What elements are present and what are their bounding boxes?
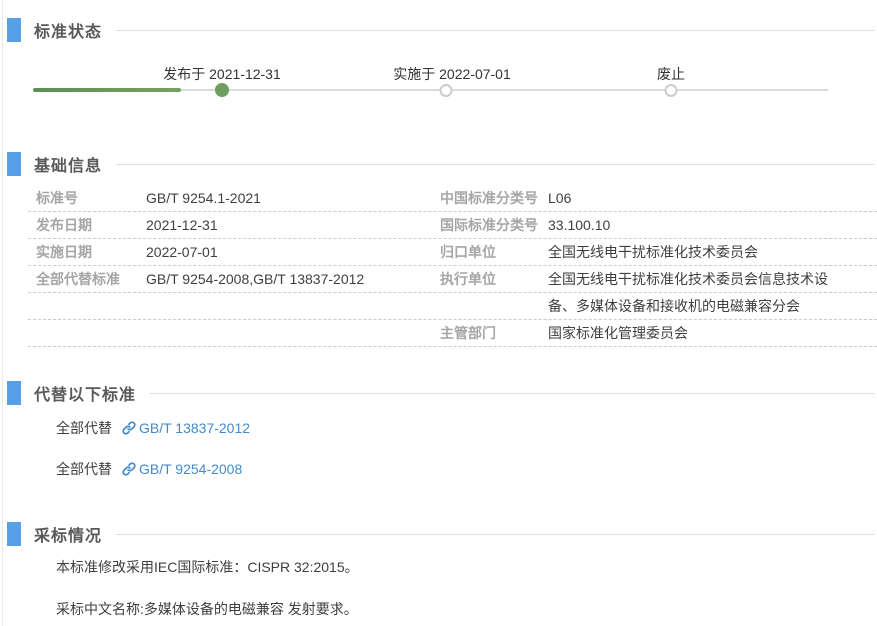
competent-dept-link[interactable]: 国家标准化管理委员会 [548, 320, 688, 347]
section-divider [116, 30, 874, 31]
table-row: 国际标准分类号 33.100.10 [440, 212, 877, 239]
section-title-basic: 基础信息 [34, 152, 102, 176]
replace-type-label: 全部代替 [56, 459, 112, 479]
section-title-replaces: 代替以下标准 [34, 381, 136, 405]
replaced-standard-link[interactable]: GB/T 9254-2008 [139, 461, 242, 477]
timeline-dot-published [215, 83, 229, 97]
field-value-standard-no: GB/T 9254.1-2021 [146, 185, 261, 211]
field-value-replaced-standards: GB/T 9254-2008,GB/T 13837-2012 [146, 266, 364, 292]
basic-info-table: 标准号 GB/T 9254.1-2021 发布日期 2021-12-31 实施日… [28, 185, 877, 347]
field-value-implement-date: 2022-07-01 [146, 239, 218, 265]
link-icon [121, 420, 137, 436]
section-title-status: 标准状态 [34, 18, 102, 42]
section-header-basic: 基础信息 [7, 152, 874, 176]
standard-detail-page: 标准状态 发布于 2021-12-31 实施于 2022-07-01 废止 基础… [2, 0, 877, 626]
timeline-progress-bar [33, 88, 181, 92]
basic-info-right-column: 中国标准分类号 L06 国际标准分类号 33.100.10 归口单位 全国无线电… [440, 185, 877, 347]
centralized-unit-link[interactable]: 全国无线电干扰标准化技术委员会 [548, 239, 758, 266]
section-header-replaces: 代替以下标准 [7, 381, 874, 405]
field-label-executing-unit: 执行单位 [440, 266, 548, 293]
section-marker-icon [7, 381, 21, 405]
timeline-label-implemented: 实施于 2022-07-01 [393, 64, 511, 84]
section-marker-icon [7, 522, 21, 546]
field-label-centralized-unit: 归口单位 [440, 239, 548, 266]
timeline-label-published: 发布于 2021-12-31 [163, 64, 281, 84]
timeline-dot-implemented [440, 84, 453, 97]
adoption-note-iec: 本标准修改采用IEC国际标准：CISPR 32:2015。 [56, 558, 359, 576]
table-row: 归口单位 全国无线电干扰标准化技术委员会 [440, 239, 877, 266]
field-label-competent-dept: 主管部门 [440, 320, 548, 347]
section-divider [150, 393, 874, 394]
field-label-replaced-standards: 全部代替标准 [36, 266, 120, 292]
adoption-note-chinese-name: 采标中文名称:多媒体设备的电磁兼容 发射要求。 [56, 600, 358, 618]
section-title-adoption: 采标情况 [34, 522, 102, 546]
link-icon [121, 461, 137, 477]
section-marker-icon [7, 152, 21, 176]
field-value-ccs: L06 [548, 185, 571, 212]
table-row: 主管部门 国家标准化管理委员会 [440, 320, 877, 347]
replaced-standard-item: 全部代替 GB/T 13837-2012 [56, 418, 250, 438]
field-label-implement-date: 实施日期 [36, 239, 92, 265]
field-label-publish-date: 发布日期 [36, 212, 92, 238]
field-value-ics: 33.100.10 [548, 212, 610, 239]
field-label-standard-no: 标准号 [36, 185, 78, 211]
section-divider [116, 534, 874, 535]
executing-unit-link[interactable]: 全国无线电干扰标准化技术委员会信息技术设备、多媒体设备和接收机的电磁兼容分会 [548, 266, 840, 320]
replace-type-label: 全部代替 [56, 418, 112, 438]
timeline-dot-abolished [665, 84, 678, 97]
section-header-status: 标准状态 [7, 18, 874, 42]
replaced-standard-link[interactable]: GB/T 13837-2012 [139, 420, 250, 436]
replaced-standard-item: 全部代替 GB/T 9254-2008 [56, 459, 242, 479]
section-header-adoption: 采标情况 [7, 522, 874, 546]
table-row: 中国标准分类号 L06 [440, 185, 877, 212]
field-label-ccs: 中国标准分类号 [440, 185, 548, 212]
field-label-ics: 国际标准分类号 [440, 212, 548, 239]
section-marker-icon [7, 18, 21, 42]
timeline-label-abolished: 废止 [657, 64, 685, 84]
section-divider [116, 164, 874, 165]
table-row: 执行单位 全国无线电干扰标准化技术委员会信息技术设备、多媒体设备和接收机的电磁兼… [440, 266, 877, 320]
field-value-publish-date: 2021-12-31 [146, 212, 218, 238]
